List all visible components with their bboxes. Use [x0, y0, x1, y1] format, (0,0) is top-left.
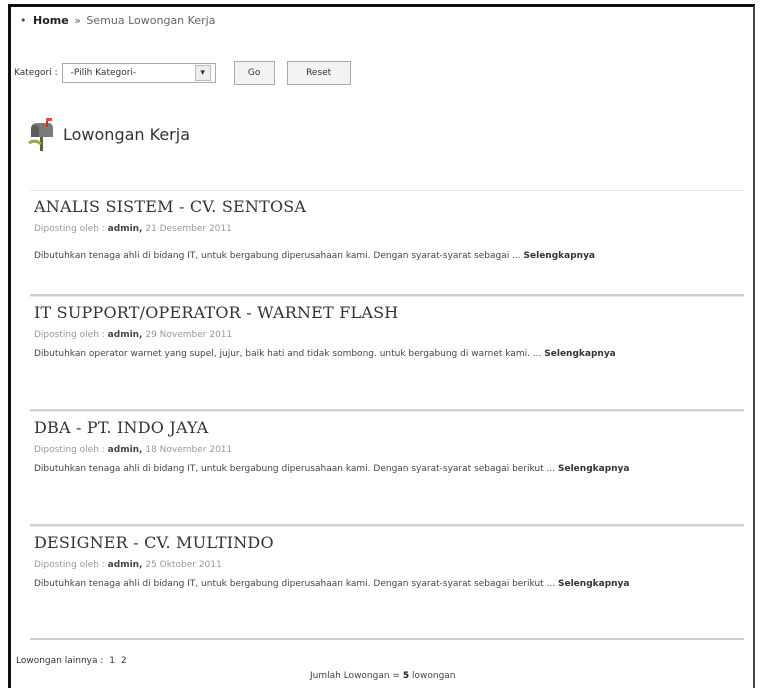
job-author: admin, [107, 445, 143, 455]
posted-prefix: Diposting oleh : [34, 330, 105, 340]
total-suffix: lowongan [412, 671, 456, 681]
job-description-text: Dibutuhkan tenaga ahli di bidang IT, unt… [34, 464, 556, 474]
breadcrumb-separator: » [74, 14, 81, 27]
go-button[interactable]: Go [233, 61, 275, 85]
job-author: admin, [107, 224, 143, 234]
read-more-link[interactable]: Selengkapnya [524, 251, 595, 261]
read-more-link[interactable]: Selengkapnya [558, 579, 629, 589]
job-item: DBA - PT. INDO JAYA Diposting oleh : adm… [30, 411, 744, 526]
job-author: admin, [107, 330, 143, 340]
mailbox-icon [28, 118, 53, 151]
section-header: Lowongan Kerja [27, 117, 190, 151]
pagination-label: Lowongan lainnya : [16, 656, 104, 666]
read-more-link[interactable]: Selengkapnya [544, 349, 615, 359]
job-description: Dibutuhkan tenaga ahli di bidang IT, unt… [34, 578, 744, 591]
job-item: IT SUPPORT/OPERATOR - WARNET FLASH Dipos… [30, 296, 744, 411]
page-link-1[interactable]: 1 [109, 656, 115, 666]
job-list: ANALIS SISTEM - CV. SENTOSA Diposting ol… [30, 190, 744, 640]
job-date: 21 Desember 2011 [145, 224, 232, 234]
reset-button[interactable]: Reset [286, 61, 351, 85]
job-meta: Diposting oleh : admin, 25 Oktober 2011 [34, 560, 744, 570]
job-meta: Diposting oleh : admin, 29 November 2011 [34, 330, 744, 340]
bullet-icon: • [20, 14, 27, 27]
job-title[interactable]: ANALIS SISTEM - CV. SENTOSA [34, 197, 744, 216]
job-meta: Diposting oleh : admin, 18 November 2011 [34, 445, 744, 455]
breadcrumb-current: Semua Lowongan Kerja [86, 14, 216, 27]
job-description-text: Dibutuhkan tenaga ahli di bidang IT, unt… [34, 251, 521, 261]
total-prefix: Jumlah Lowongan = [310, 671, 400, 681]
posted-prefix: Diposting oleh : [34, 224, 105, 234]
job-author: admin, [107, 560, 143, 570]
job-item: DESIGNER - CV. MULTINDO Diposting oleh :… [30, 526, 744, 640]
page-link-2[interactable]: 2 [121, 656, 127, 666]
job-date: 25 Oktober 2011 [145, 560, 222, 570]
job-description-text: Dibutuhkan tenaga ahli di bidang IT, unt… [34, 579, 556, 589]
job-date: 18 November 2011 [145, 445, 233, 455]
breadcrumb: • Home » Semua Lowongan Kerja [20, 14, 215, 27]
job-title[interactable]: DESIGNER - CV. MULTINDO [34, 533, 744, 552]
job-meta: Diposting oleh : admin, 21 Desember 2011 [34, 224, 744, 234]
total-count: Jumlah Lowongan = 5 lowongan [310, 671, 456, 681]
job-description: Dibutuhkan tenaga ahli di bidang IT, unt… [34, 250, 744, 263]
chevron-down-icon[interactable]: ▾ [194, 65, 211, 81]
category-select[interactable]: -Pilih Kategori- ▾ [61, 63, 216, 83]
read-more-link[interactable]: Selengkapnya [558, 464, 629, 474]
breadcrumb-home-link[interactable]: Home [33, 14, 69, 27]
posted-prefix: Diposting oleh : [34, 560, 105, 570]
job-title[interactable]: DBA - PT. INDO JAYA [34, 418, 744, 437]
category-filter: Kategori : -Pilih Kategori- ▾ Go Reset [14, 61, 351, 85]
job-date: 29 November 2011 [145, 330, 233, 340]
category-select-value: -Pilih Kategori- [70, 68, 137, 78]
posted-prefix: Diposting oleh : [34, 445, 105, 455]
job-description: Dibutuhkan tenaga ahli di bidang IT, unt… [34, 463, 744, 476]
job-item: ANALIS SISTEM - CV. SENTOSA Diposting ol… [30, 190, 744, 296]
job-description-text: Dibutuhkan operator warnet yang supel, j… [34, 349, 542, 359]
pagination: Lowongan lainnya : 1 2 [16, 656, 127, 666]
total-number: 5 [402, 671, 410, 681]
job-description: Dibutuhkan operator warnet yang supel, j… [34, 348, 744, 361]
section-title: Lowongan Kerja [63, 124, 190, 144]
job-title[interactable]: IT SUPPORT/OPERATOR - WARNET FLASH [34, 303, 744, 322]
category-label: Kategori : [14, 68, 58, 78]
